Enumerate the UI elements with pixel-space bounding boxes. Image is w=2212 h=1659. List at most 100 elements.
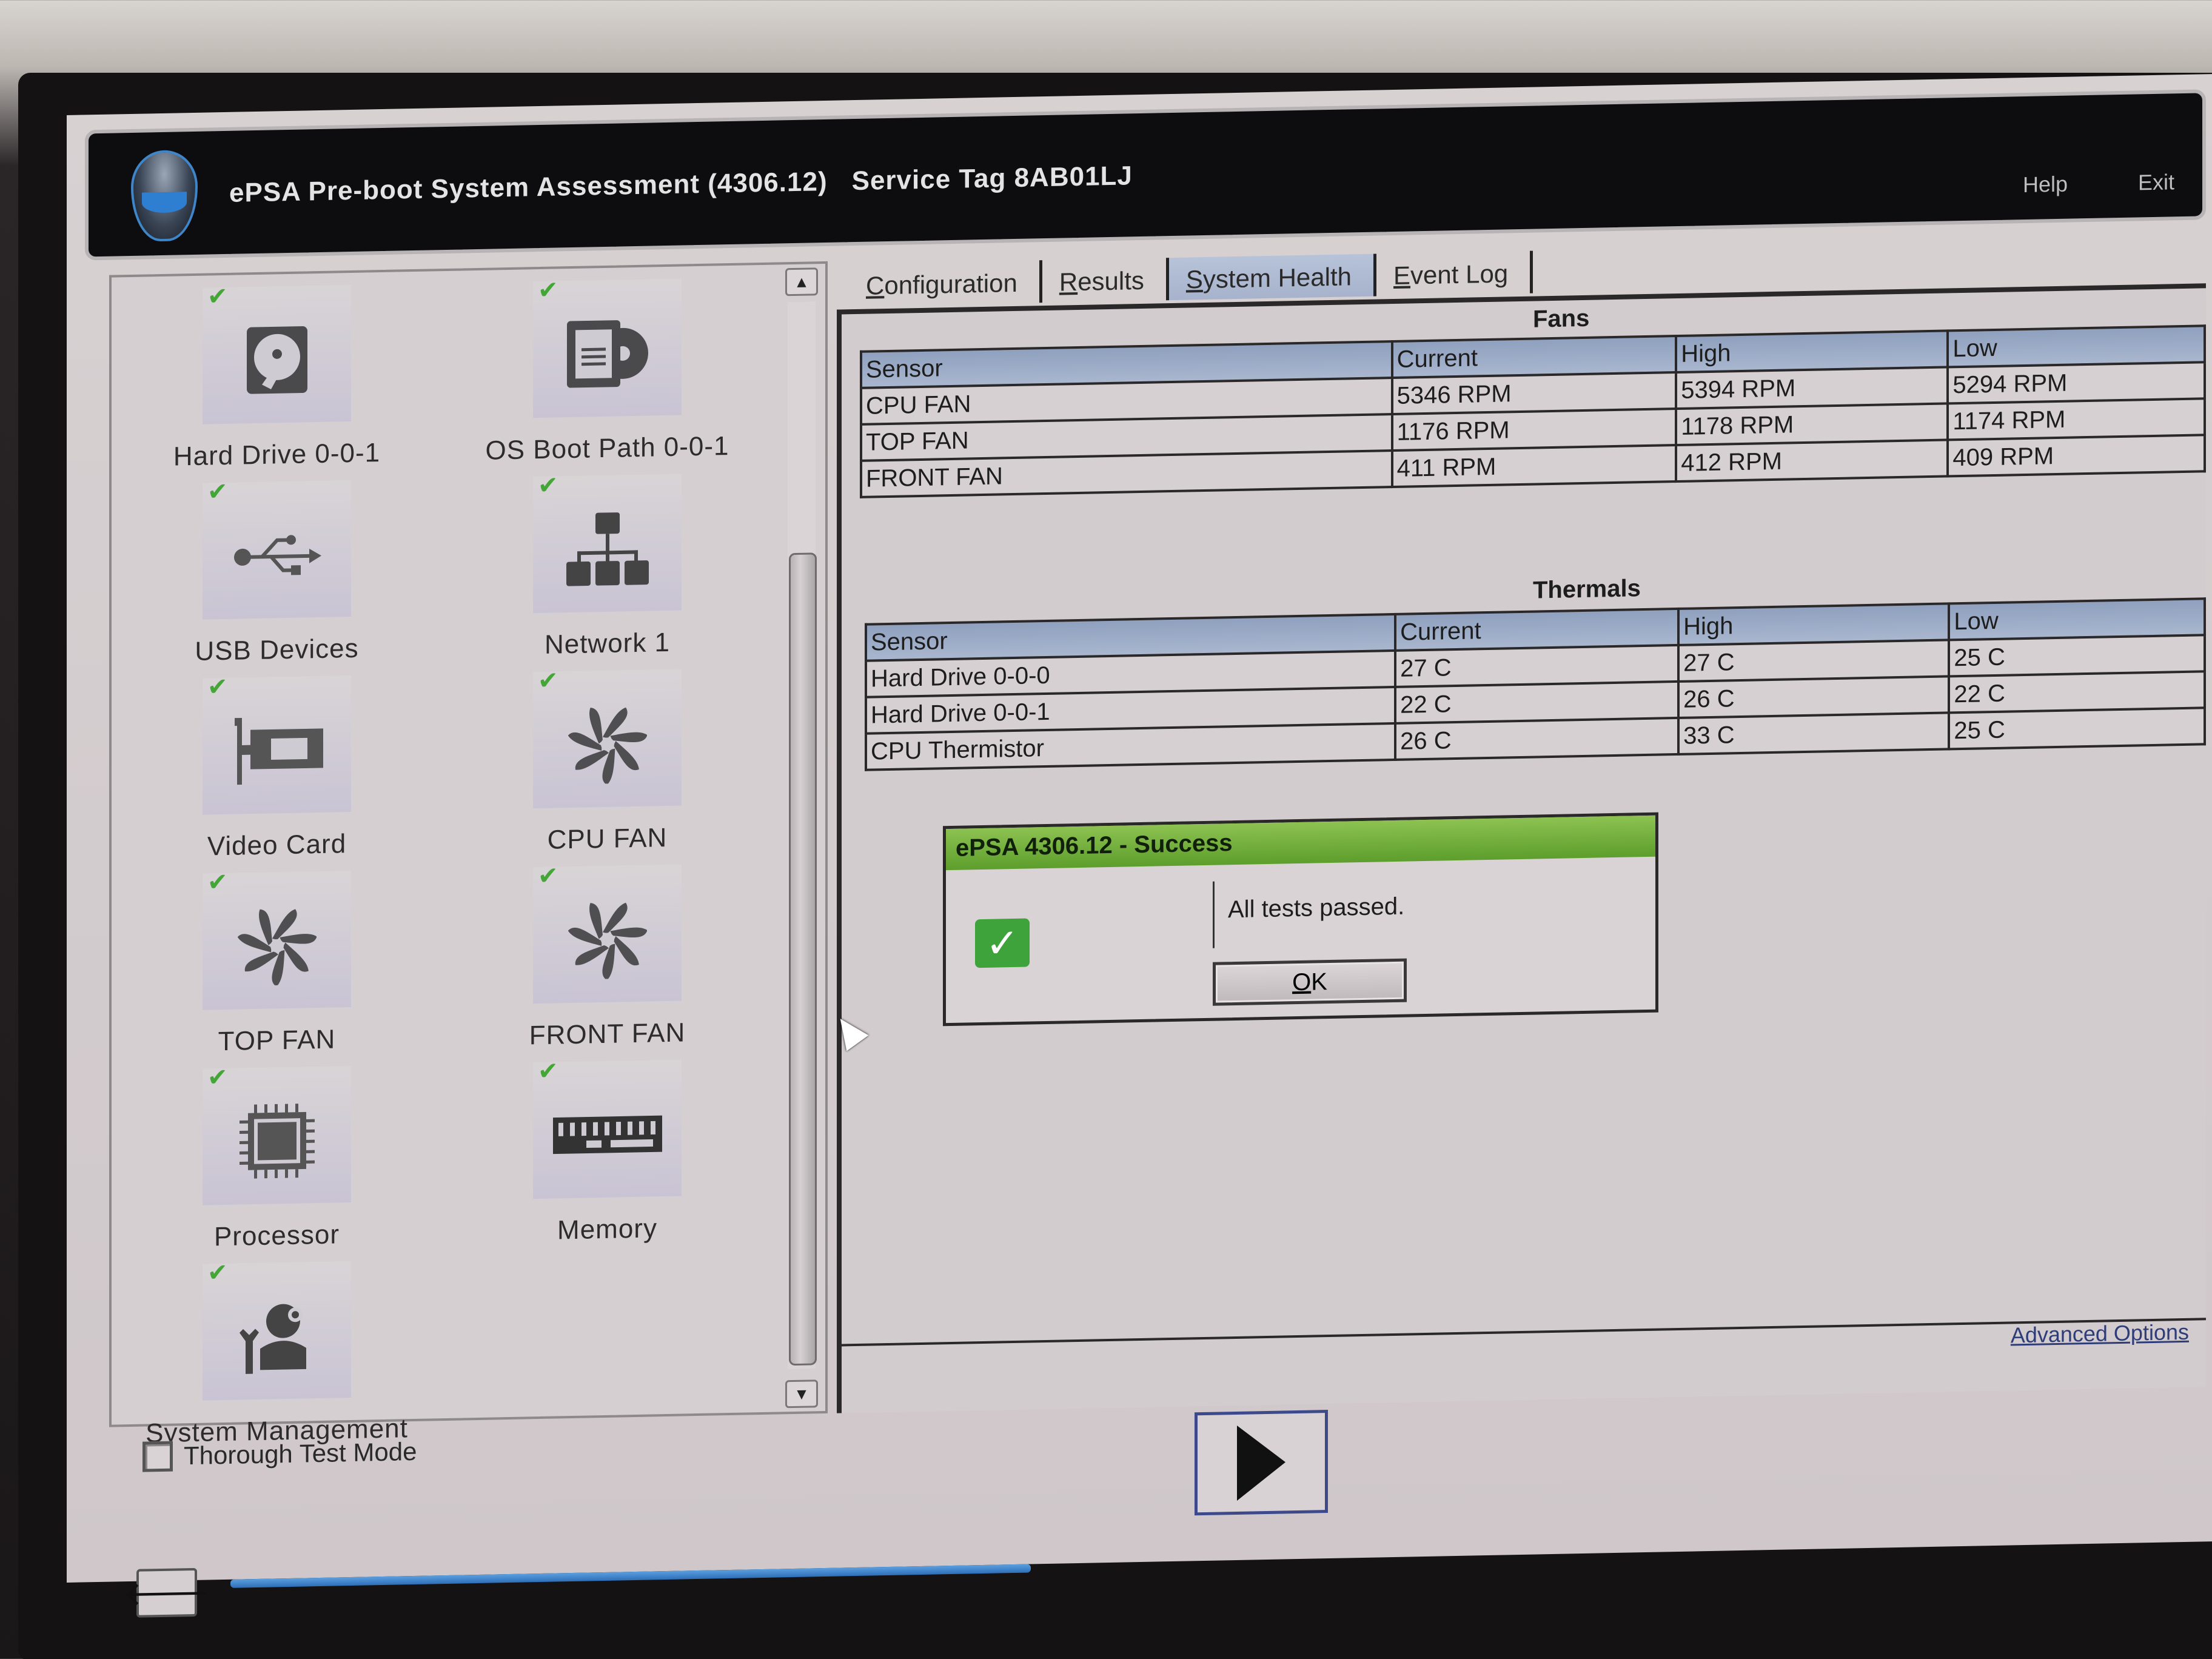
device-tile-label: Processor (213, 1219, 340, 1252)
service-tag: Service Tag 8AB01LJ (851, 161, 1133, 196)
device-tile-icon-box[interactable]: ✔ (203, 868, 351, 1010)
device-list-panel: ✔ Hard Drive 0-0-1 ✔ OS Boot Path 0-0-1 ✔ USB… (109, 261, 828, 1449)
fan-icon (237, 905, 317, 988)
tab-mnemonic: S (1185, 265, 1203, 294)
device-tile-icon-box[interactable]: ✔ (533, 862, 682, 1004)
device-tile-os-boot-path-0-0-1[interactable]: ✔ OS Boot Path 0-0-1 (442, 271, 773, 472)
tab-configuration[interactable]: Configuration (849, 260, 1042, 307)
app-header: ePSA Pre-boot System Assessment (4306.12… (85, 89, 2206, 261)
tab-system-health[interactable]: System Health (1168, 253, 1377, 301)
advanced-options-link[interactable]: Advanced Options (2011, 1319, 2189, 1349)
tab-label-rest: onfiguration (884, 268, 1017, 300)
device-tile-icon-box[interactable]: ✔ (533, 667, 682, 809)
device-tile-memory[interactable]: ✔ Memory (442, 1052, 773, 1253)
passed-check-icon: ✔ (538, 276, 558, 304)
device-tile-icon-box[interactable]: ✔ (533, 472, 682, 614)
device-tile-icon-box[interactable]: ✔ (203, 1064, 351, 1205)
table-cell-high: 26 C (1678, 676, 1949, 718)
device-tile-icon-box[interactable]: ✔ (533, 1057, 682, 1199)
passed-check-icon: ✔ (207, 868, 228, 896)
ok-button[interactable]: OK (1213, 958, 1407, 1006)
back-button[interactable]: 🡐 (123, 1567, 210, 1618)
device-tile-label: USB Devices (195, 633, 359, 666)
device-tile-hard-drive-0-0-1[interactable]: ✔ Hard Drive 0-0-1 (112, 277, 442, 478)
device-tile-cpu-fan[interactable]: ✔ CPU FAN (442, 662, 773, 863)
play-icon (1237, 1424, 1285, 1501)
alienware-logo-icon (131, 149, 198, 242)
column-header-high: High (1678, 603, 1949, 645)
table-cell-low: 1174 RPM (1948, 398, 2205, 440)
passed-check-icon: ✔ (207, 283, 228, 310)
thorough-test-mode-box[interactable] (142, 1441, 173, 1472)
table-cell-current: 27 C (1395, 645, 1679, 687)
table-cell-high: 5394 RPM (1676, 367, 1948, 409)
tab-event-log[interactable]: Event Log (1376, 250, 1533, 297)
tab-mnemonic: R (1059, 267, 1078, 297)
tab-label-rest: vent Log (1410, 259, 1509, 290)
column-header-current: Current (1392, 336, 1677, 378)
device-tile-icon-box[interactable]: ✔ (203, 478, 351, 620)
device-tile-system-management[interactable]: ✔ System Management (112, 1253, 442, 1455)
video-card-icon (229, 713, 326, 791)
device-tile-label: Video Card (207, 829, 347, 862)
scroll-down-button[interactable]: ▼ (785, 1379, 818, 1409)
device-tile-icon-box[interactable]: ✔ (203, 283, 351, 424)
success-dialog: ePSA 4306.12 - Success ✓ All tests passe… (943, 812, 1658, 1027)
tab-results[interactable]: Results (1042, 258, 1169, 303)
content-divider (842, 1318, 2206, 1347)
device-tile-video-card[interactable]: ✔ Video Card (112, 668, 442, 869)
scroll-thumb[interactable] (789, 552, 817, 1366)
device-tile-label: TOP FAN (218, 1024, 336, 1057)
column-header-low: Low (1949, 598, 2205, 640)
table-cell-current: 1176 RPM (1392, 409, 1677, 451)
thermals-title: Thermals (1533, 575, 1641, 604)
device-tile-front-fan[interactable]: ✔ FRONT FAN (442, 857, 773, 1058)
fan-icon (568, 704, 648, 787)
exit-link[interactable]: Exit (2138, 169, 2174, 195)
run-tests-button[interactable] (1195, 1410, 1328, 1516)
table-cell-high: 27 C (1678, 640, 1949, 682)
fan-icon (568, 899, 648, 982)
passed-check-icon: ✔ (538, 667, 558, 695)
passed-check-icon: ✔ (538, 472, 558, 500)
table-cell-current: 411 RPM (1392, 445, 1677, 488)
table-cell-high: 1178 RPM (1676, 403, 1948, 446)
passed-check-icon: ✔ (538, 1057, 558, 1085)
processor-icon (235, 1101, 320, 1184)
tab-label-rest: ystem Health (1202, 262, 1352, 294)
thorough-test-mode-checkbox[interactable]: Thorough Test Mode (142, 1436, 417, 1472)
table-cell-current: 26 C (1395, 717, 1679, 760)
success-check-icon: ✓ (975, 918, 1030, 968)
usb-icon (232, 530, 323, 583)
scroll-up-button[interactable]: ▲ (785, 267, 818, 297)
device-tile-icon-box[interactable]: ✔ (203, 1259, 351, 1401)
device-tile-processor[interactable]: ✔ Processor (112, 1058, 442, 1259)
column-header-current: Current (1395, 608, 1679, 651)
app-title-text: ePSA Pre-boot System Assessment (4306.12… (229, 166, 828, 208)
tab-mnemonic: C (866, 271, 885, 300)
thermals-table: Sensor Current High Low Hard Drive 0-0-0 27 C… (865, 597, 2206, 771)
passed-check-icon: ✔ (207, 1064, 228, 1091)
device-tiles: ✔ Hard Drive 0-0-1 ✔ OS Boot Path 0-0-1 ✔ USB… (112, 265, 773, 1448)
passed-check-icon: ✔ (207, 1259, 228, 1287)
device-tile-usb-devices[interactable]: ✔ USB Devices (112, 472, 442, 674)
device-list-scrollbar[interactable]: ▲ ▼ (783, 267, 820, 1409)
help-link[interactable]: Help (2023, 172, 2068, 198)
epsa-screen: ePSA Pre-boot System Assessment (4306.12… (67, 74, 2212, 1618)
device-tile-label: CPU FAN (547, 822, 668, 855)
passed-check-icon: ✔ (207, 673, 228, 701)
tab-label-rest: esults (1078, 266, 1144, 296)
device-tile-network-1[interactable]: ✔ Network 1 (442, 466, 773, 668)
device-tile-icon-box[interactable]: ✔ (203, 673, 351, 815)
fans-table: Sensor Current High Low CPU FAN 5346 RPM 5394 … (860, 324, 2206, 498)
table-cell-current: 22 C (1395, 681, 1679, 723)
device-tile-icon-box[interactable]: ✔ (533, 276, 682, 418)
table-cell-low: 22 C (1949, 671, 2205, 713)
device-tile-top-fan[interactable]: ✔ TOP FAN (112, 863, 442, 1064)
ok-label-rest: K (1311, 968, 1327, 996)
network-icon (565, 509, 650, 592)
fans-title: Fans (1533, 304, 1590, 333)
column-header-low: Low (1948, 326, 2205, 367)
hard-drive-icon (244, 323, 310, 400)
column-header-high: High (1676, 330, 1948, 373)
